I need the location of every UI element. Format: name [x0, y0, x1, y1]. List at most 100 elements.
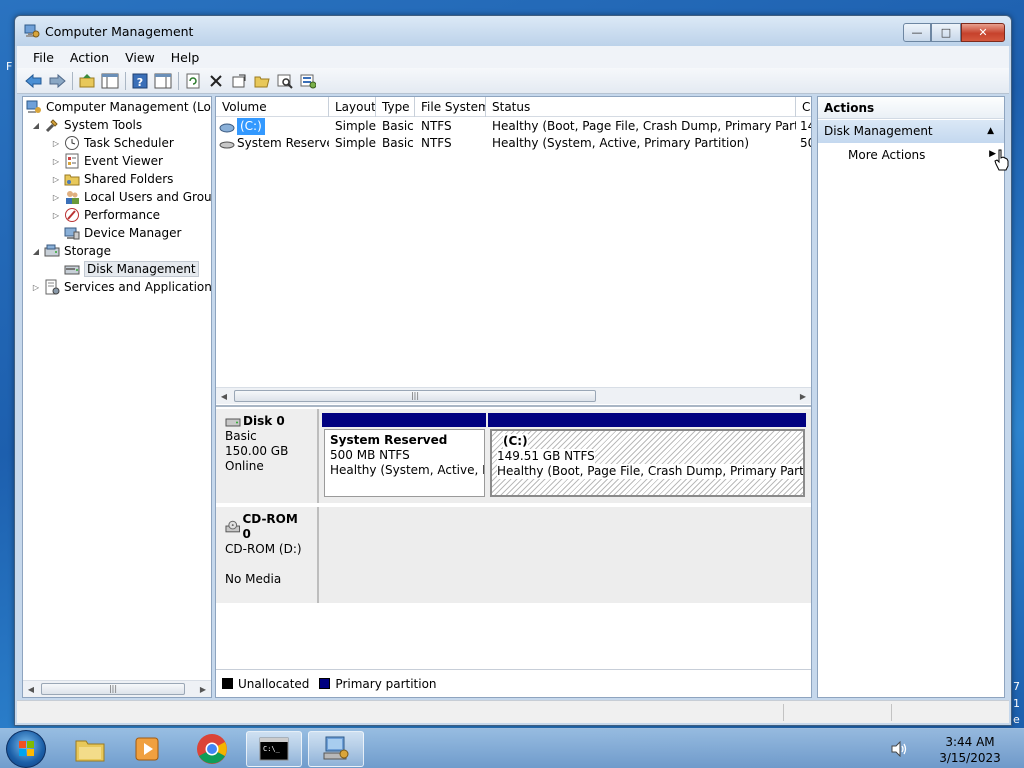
disk-0-label[interactable]: Disk 0 Basic 150.00 GB Online [216, 409, 319, 503]
taskbar-media-player[interactable] [120, 731, 176, 767]
scrollbar-thumb[interactable]: ||| [234, 390, 596, 402]
properties-icon[interactable] [228, 71, 250, 91]
tree-label: Disk Management [84, 261, 199, 277]
scroll-right-icon[interactable]: ▶ [195, 685, 211, 694]
expand-arrow-icon[interactable]: ▷ [51, 193, 61, 202]
search-icon[interactable] [274, 71, 296, 91]
cdrom-0-label[interactable]: CD-ROM 0 CD-ROM (D:) No Media [216, 507, 319, 603]
forward-arrow-icon[interactable] [46, 71, 68, 91]
expand-arrow-icon[interactable]: ▷ [51, 175, 61, 184]
expand-arrow-icon[interactable]: ▷ [51, 139, 61, 148]
column-header-type[interactable]: Type [376, 97, 415, 117]
expand-arrow-icon[interactable]: ▷ [31, 283, 41, 292]
tree-node-task-scheduler[interactable]: ▷ Task Scheduler [51, 134, 174, 152]
delete-icon[interactable] [205, 71, 227, 91]
column-header-volume[interactable]: Volume [216, 97, 329, 117]
start-button[interactable] [6, 730, 46, 768]
volume-icon[interactable] [890, 741, 908, 757]
minimize-button[interactable]: — [903, 23, 931, 42]
tree-node-services-applications[interactable]: ▷ Services and Applications [31, 278, 211, 296]
volume-row[interactable]: System Reserved Simple Basic NTFS Health… [216, 135, 811, 152]
tree-node-storage[interactable]: ◢ Storage [31, 242, 111, 260]
up-folder-icon[interactable] [76, 71, 98, 91]
disk-name: Disk 0 [243, 414, 285, 428]
tree-node-disk-management[interactable]: Disk Management [64, 260, 199, 278]
taskbar-computer-management[interactable] [308, 731, 364, 767]
tree-node-device-manager[interactable]: Device Manager [64, 224, 181, 242]
scrollbar-thumb[interactable]: ||| [41, 683, 185, 695]
scroll-left-icon[interactable]: ◀ [216, 392, 232, 401]
open-folder-icon[interactable] [251, 71, 273, 91]
expand-arrow-icon[interactable]: ▷ [51, 157, 61, 166]
tree-node-shared-folders[interactable]: ▷ Shared Folders [51, 170, 173, 188]
scroll-right-icon[interactable]: ▶ [795, 392, 811, 401]
event-viewer-icon [65, 153, 79, 169]
column-header-status[interactable]: Status [486, 97, 796, 117]
tree-horizontal-scrollbar[interactable]: ◀ ||| ▶ [23, 680, 211, 697]
cdrom-drive-letter: CD-ROM (D:) [225, 542, 302, 556]
partition-status: Healthy (System, Active, Prin [330, 463, 484, 477]
collapse-arrow-icon[interactable]: ◢ [31, 247, 41, 256]
users-icon [66, 191, 79, 204]
volume-status: Healthy (System, Active, Primary Partiti… [492, 136, 750, 150]
tree-node-computer-management[interactable]: Computer Management (Local [26, 98, 212, 116]
tree-label: Device Manager [84, 226, 182, 240]
column-header-capacity[interactable]: C [796, 97, 811, 117]
tree-node-local-users-groups[interactable]: ▷ Local Users and Groups [51, 188, 211, 206]
column-header-file-system[interactable]: File System [415, 97, 486, 117]
tree-label: Performance [84, 208, 161, 222]
scroll-left-icon[interactable]: ◀ [23, 685, 39, 694]
taskbar-explorer[interactable] [62, 731, 118, 767]
menu-file[interactable]: File [25, 50, 62, 65]
volume-status: Healthy (Boot, Page File, Crash Dump, Pr… [492, 119, 796, 133]
tree-node-event-viewer[interactable]: ▷ Event Viewer [51, 152, 163, 170]
more-actions-item[interactable]: More Actions [848, 147, 925, 163]
actions-section-disk-management[interactable]: Disk Management ▲ [818, 120, 1004, 143]
tree-node-performance[interactable]: ▷ Performance [51, 206, 160, 224]
toolbar-separator [125, 71, 126, 90]
shared-folder-icon [64, 174, 80, 186]
tree-node-system-tools[interactable]: ◢ System Tools [31, 116, 142, 134]
volume-file-system: NTFS [421, 119, 452, 133]
collapse-triangle-icon[interactable]: ▲ [987, 120, 994, 143]
volume-list-horizontal-scrollbar[interactable]: ◀ ||| ▶ [216, 387, 811, 404]
disk-settings-icon[interactable] [297, 71, 319, 91]
menu-view[interactable]: View [117, 50, 163, 65]
show-hide-action-pane-icon[interactable] [152, 71, 174, 91]
tree-label: Event Viewer [84, 154, 163, 168]
show-hide-console-tree-icon[interactable] [99, 71, 121, 91]
volume-layout: Simple [335, 119, 376, 133]
performance-icon [65, 208, 79, 222]
volume-row[interactable]: (C:) Simple Basic NTFS Healthy (Boot, Pa… [216, 118, 811, 135]
device-manager-icon [64, 227, 80, 240]
disk-type: Basic [225, 429, 257, 443]
help-icon[interactable]: ? [129, 71, 151, 91]
console-tree-pane: Computer Management (Local ◢ System Tool… [22, 96, 212, 698]
command-prompt-icon: C:\_ [259, 737, 289, 761]
column-header-layout[interactable]: Layout [329, 97, 376, 117]
disk-0-block[interactable]: Disk 0 Basic 150.00 GB Online System Res… [216, 409, 811, 503]
legend-primary: Primary partition [335, 676, 437, 691]
volume-name: (C:) [237, 118, 265, 135]
tree-label: Computer Management (Local [46, 100, 212, 114]
menu-help[interactable]: Help [163, 50, 208, 65]
actions-section-label: Disk Management [824, 124, 933, 138]
partition-system-reserved[interactable]: System Reserved 500 MB NTFS Healthy (Sys… [324, 429, 485, 497]
back-arrow-icon[interactable] [23, 71, 45, 91]
volume-icon [219, 123, 235, 132]
close-button[interactable]: ✕ [961, 23, 1005, 42]
maximize-button[interactable]: □ [931, 23, 961, 42]
menu-action[interactable]: Action [62, 50, 117, 65]
title-bar[interactable]: Computer Management — □ ✕ [15, 16, 1011, 46]
media-player-icon [135, 737, 159, 761]
cdrom-0-block[interactable]: CD-ROM 0 CD-ROM (D:) No Media [216, 507, 811, 603]
taskbar-command-prompt[interactable]: C:\_ [246, 731, 302, 767]
toolbar: ? [17, 68, 1009, 94]
clock[interactable]: 3:44 AM 3/15/2023 [930, 734, 1010, 766]
volume-list: Volume Layout Type File System Status C … [216, 97, 811, 405]
taskbar-chrome[interactable] [184, 731, 240, 767]
expand-arrow-icon[interactable]: ▷ [51, 211, 61, 220]
collapse-arrow-icon[interactable]: ◢ [31, 121, 41, 130]
partition-c-drive[interactable]: (C:) 149.51 GB NTFS Healthy (Boot, Page … [490, 429, 805, 497]
refresh-icon[interactable] [182, 71, 204, 91]
